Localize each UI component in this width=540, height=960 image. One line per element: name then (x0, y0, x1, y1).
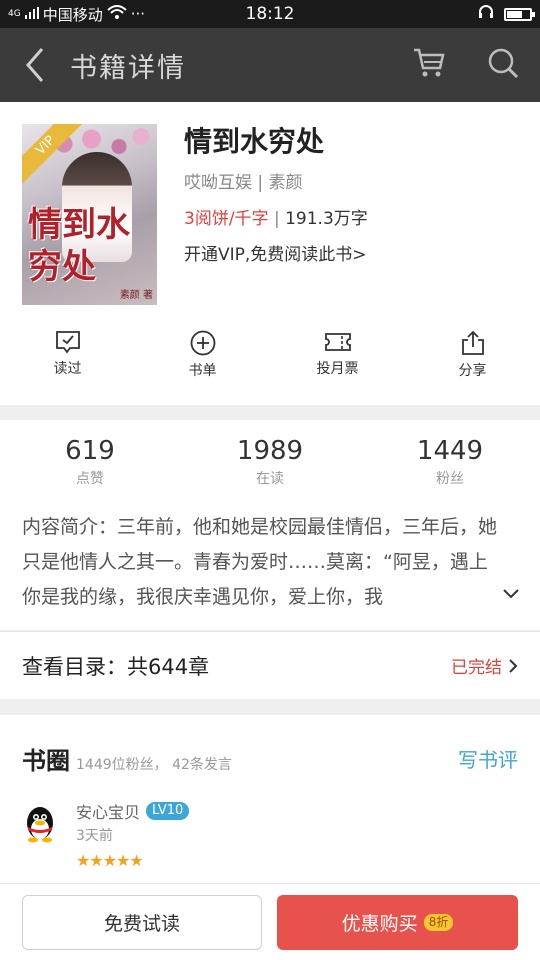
battery-icon (504, 7, 535, 21)
vip-offer-link[interactable]: 开通VIP,免费阅读此书> (184, 240, 367, 265)
fans-stat: 1449 粉丝 (360, 436, 540, 488)
likes-stat: 619 点赞 (0, 436, 180, 488)
monthly-ticket-label: 投月票 (316, 361, 359, 377)
back-icon (26, 48, 44, 82)
catalog-label: 查看目录：共644章 (22, 654, 210, 679)
comment-time: 3天前 (76, 828, 113, 844)
action-row: 读过 书单 投月票 分享 (0, 330, 540, 386)
cart-button[interactable] (412, 46, 446, 84)
signal-icon (24, 5, 39, 23)
meta-separator: | (252, 173, 269, 193)
book-circle-title: 书圈 (22, 747, 70, 775)
price-separator: | (268, 209, 286, 229)
likes-label: 点赞 (76, 471, 104, 487)
read-label: 读过 (53, 361, 82, 377)
catalog-row[interactable]: 查看目录：共644章 已完结 (0, 631, 540, 699)
book-intro[interactable]: 内容简介：三年前，他和她是校园最佳情侣，三年后，她只是他情人之其一。青春为爱时…… (22, 510, 502, 615)
book-title: 情到水穷处 (184, 125, 325, 158)
search-button[interactable] (486, 46, 520, 84)
page-title: 书籍详情 (70, 52, 186, 84)
likes-count: 619 (65, 436, 115, 466)
buy-button[interactable]: 优惠购买 8折 (277, 895, 518, 950)
expand-button[interactable] (502, 585, 520, 604)
cart-icon (414, 48, 445, 77)
read-button[interactable]: 读过 (0, 330, 135, 386)
free-read-label: 免费试读 (103, 913, 180, 935)
author[interactable]: 素颜 (269, 173, 303, 193)
share-label: 分享 (458, 363, 487, 379)
search-icon (488, 48, 519, 79)
carrier-name: 中国移动 (42, 5, 103, 24)
book-cover[interactable]: 情到水穷处 素颜 著 VIP (22, 124, 157, 305)
reading-stat: 1989 在读 (180, 436, 360, 488)
rating-stars: ★★★★★ (76, 851, 144, 870)
comment-user: 安心宝贝 LV10 (76, 799, 190, 823)
plus-circle-icon (190, 330, 215, 356)
publisher[interactable]: 哎呦互娱 (184, 173, 252, 193)
checkbox-icon (55, 331, 80, 354)
status-bar: 4G 中国移动 ··· 18:12 (0, 0, 540, 28)
cover-author: 素颜 著 (119, 290, 153, 301)
level-badge: LV10 (146, 802, 190, 820)
discount-badge: 8折 (423, 914, 454, 931)
comment-username[interactable]: 安心宝贝 (76, 799, 140, 823)
cover-title: 情到水穷处 (28, 205, 130, 287)
book-price: 3阅饼/千字 | 191.3万字 (184, 204, 368, 229)
avatar-qq-icon (27, 807, 53, 843)
book-circle-stats: 1449位粉丝， 42条发言 (76, 757, 232, 773)
chevron-down-icon (503, 589, 519, 599)
booklist-label: 书单 (188, 363, 217, 379)
bottom-action-bar: 免费试读 优惠购买 8折 (0, 883, 540, 960)
network-type: 4G (8, 8, 21, 19)
wifi-icon (107, 5, 127, 23)
back-button[interactable] (0, 28, 70, 102)
stats-row: 619 点赞 1989 在读 1449 粉丝 (0, 436, 540, 488)
more-dots: ··· (130, 5, 146, 23)
write-review-button[interactable]: 写书评 (458, 744, 518, 773)
ticket-icon (324, 333, 351, 351)
completion-status-text: 已完结 (451, 658, 502, 678)
booklist-button[interactable]: 书单 (135, 330, 270, 386)
buy-label: 优惠购买 (341, 913, 418, 935)
share-icon (461, 330, 484, 355)
free-read-button[interactable]: 免费试读 (22, 895, 262, 950)
completion-status: 已完结 (451, 653, 518, 678)
book-circle-header: 书圈 1449位粉丝， 42条发言 (22, 741, 232, 776)
reading-count: 1989 (236, 436, 304, 466)
monthly-ticket-button[interactable]: 投月票 (270, 330, 405, 386)
reading-label: 在读 (256, 471, 284, 487)
headset-icon (478, 4, 494, 24)
chevron-right-icon (509, 658, 518, 673)
fans-label: 粉丝 (436, 471, 464, 487)
book-info-card: 情到水穷处 素颜 著 VIP 情到水穷处 哎呦互娱 | 素颜 3阅饼/千字 | … (0, 102, 540, 405)
nav-bar: 书籍详情 (0, 28, 540, 102)
price: 3阅饼/千字 (184, 209, 269, 229)
book-meta: 哎呦互娱 | 素颜 (184, 168, 303, 193)
share-button[interactable]: 分享 (405, 330, 540, 386)
fans-count: 1449 (416, 436, 484, 466)
word-count: 191.3万字 (285, 209, 368, 229)
book-circle-section: 书圈 1449位粉丝， 42条发言 写书评 安心宝贝 LV10 3天前 ★★★★… (0, 715, 540, 885)
stats-card: 619 点赞 1989 在读 1449 粉丝 内容简介：三年前，他和她是校园最佳… (0, 420, 540, 630)
